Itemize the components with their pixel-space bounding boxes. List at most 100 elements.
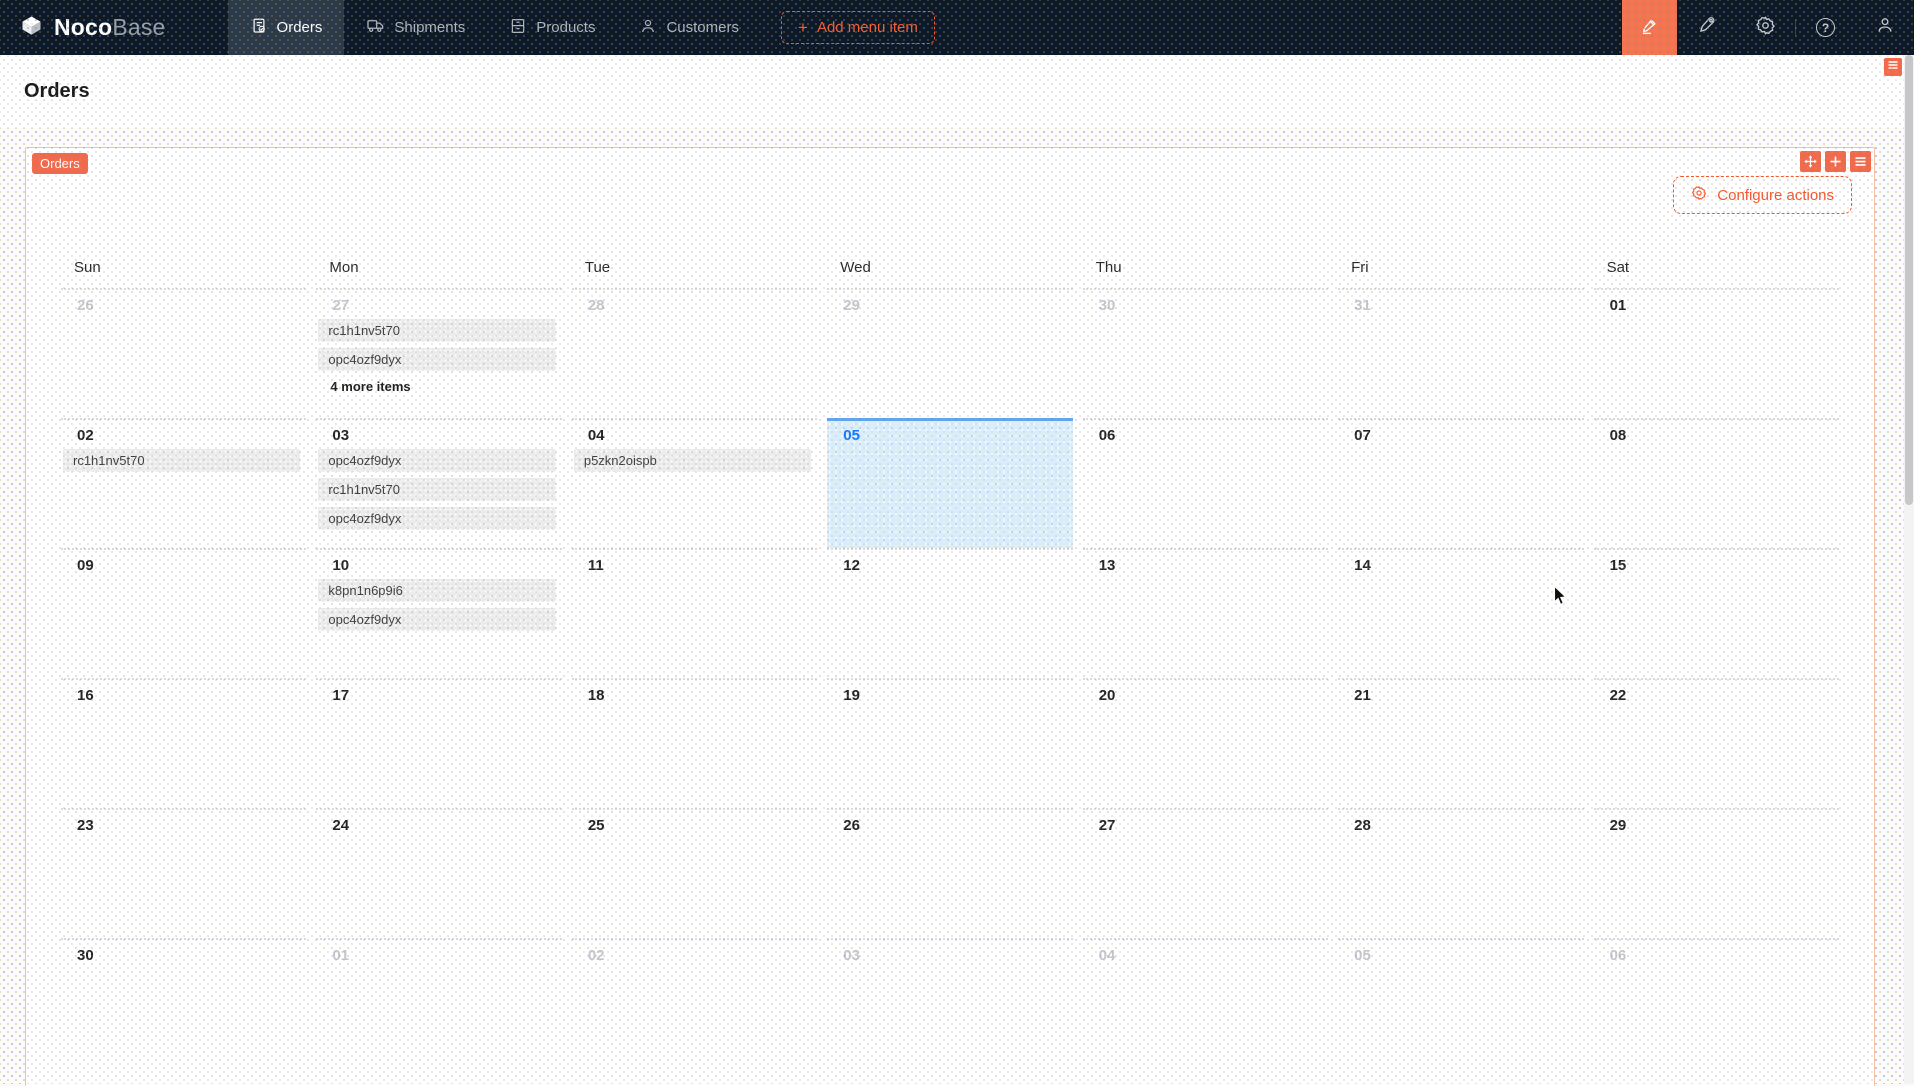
calendar-cell[interactable]: 16 bbox=[61, 678, 306, 808]
page-title: Orders bbox=[24, 80, 90, 103]
block-title-badge[interactable]: Orders bbox=[32, 153, 88, 174]
date-number: 07 bbox=[1338, 424, 1583, 449]
block-toolbar bbox=[1800, 151, 1871, 172]
navbar: NocoBase Orders Shipments Products Customer… bbox=[0, 0, 1914, 55]
calendar-cell[interactable]: 29 bbox=[827, 288, 1072, 418]
scrollbar-thumb[interactable] bbox=[1905, 55, 1913, 505]
calendar-cell[interactable]: 04 bbox=[1083, 938, 1328, 1068]
calendar-cell[interactable]: 01 bbox=[1594, 288, 1839, 418]
date-number: 05 bbox=[1338, 944, 1583, 969]
calendar-cell[interactable]: 02 bbox=[572, 938, 817, 1068]
date-number: 28 bbox=[572, 294, 817, 319]
brand-logo[interactable]: NocoBase bbox=[0, 0, 166, 55]
day-header-sun: Sun bbox=[56, 252, 311, 288]
calendar-cell[interactable]: 03opc4ozf9dyxrc1h1nv5t70opc4ozf9dyx bbox=[316, 418, 561, 548]
date-number: 10 bbox=[316, 554, 561, 579]
calendar-cell[interactable]: 01 bbox=[316, 938, 561, 1068]
calendar-event[interactable]: p5zkn2oispb bbox=[574, 449, 811, 472]
calendar-event[interactable]: rc1h1nv5t70 bbox=[318, 319, 555, 342]
nav-item-customers[interactable]: Customers bbox=[617, 0, 761, 55]
calendar-cell[interactable]: 14 bbox=[1338, 548, 1583, 678]
calendar-cell[interactable]: 07 bbox=[1338, 418, 1583, 548]
calendar-cell[interactable]: 04p5zkn2oispb bbox=[572, 418, 817, 548]
plugin-pen-button[interactable] bbox=[1677, 0, 1736, 55]
calendar-cell[interactable]: 22 bbox=[1594, 678, 1839, 808]
more-items-link[interactable]: 4 more items bbox=[316, 377, 561, 394]
menu-icon[interactable] bbox=[1850, 151, 1871, 172]
calendar-cell[interactable]: 26 bbox=[61, 288, 306, 418]
date-number: 13 bbox=[1083, 554, 1328, 579]
products-icon bbox=[509, 17, 527, 39]
calendar-event[interactable]: k8pn1n6p9i6 bbox=[318, 579, 555, 602]
calendar-cell[interactable]: 27rc1h1nv5t70opc4ozf9dyx4 more items bbox=[316, 288, 561, 418]
orders-icon bbox=[250, 17, 268, 39]
calendar-event[interactable]: opc4ozf9dyx bbox=[318, 507, 555, 530]
date-number: 01 bbox=[316, 944, 561, 969]
calendar-cell[interactable]: 28 bbox=[572, 288, 817, 418]
day-header-thu: Thu bbox=[1078, 252, 1333, 288]
calendar-cell[interactable]: 10k8pn1n6p9i6 opc4ozf9dyx bbox=[316, 548, 561, 678]
date-number: 30 bbox=[1083, 294, 1328, 319]
date-number: 22 bbox=[1594, 684, 1839, 709]
ui-editor-button[interactable] bbox=[1622, 0, 1677, 55]
calendar-cell[interactable]: 19 bbox=[827, 678, 1072, 808]
settings-button[interactable] bbox=[1736, 0, 1795, 55]
calendar-event[interactable]: rc1h1nv5t70 bbox=[63, 449, 300, 472]
calendar-event[interactable]: rc1h1nv5t70 bbox=[318, 478, 555, 501]
calendar-week-row: 02rc1h1nv5t7003opc4ozf9dyxrc1h1nv5t70opc… bbox=[56, 418, 1844, 548]
calendar-cell[interactable]: 06 bbox=[1594, 938, 1839, 1068]
nav-item-shipments[interactable]: Shipments bbox=[344, 0, 487, 55]
nav-item-orders[interactable]: Orders bbox=[228, 0, 345, 55]
date-number: 03 bbox=[316, 424, 561, 449]
calendar-event[interactable]: opc4ozf9dyx bbox=[318, 608, 555, 631]
add-menu-item-button[interactable]: + Add menu item bbox=[781, 11, 935, 44]
day-header-fri: Fri bbox=[1333, 252, 1588, 288]
nav-item-label: Shipments bbox=[394, 19, 465, 36]
calendar-cell[interactable]: 11 bbox=[572, 548, 817, 678]
highlighter-icon bbox=[1639, 15, 1660, 41]
calendar-cell[interactable]: 15 bbox=[1594, 548, 1839, 678]
calendar-event[interactable]: opc4ozf9dyx bbox=[318, 449, 555, 472]
date-number: 19 bbox=[827, 684, 1072, 709]
plus-icon[interactable] bbox=[1825, 151, 1846, 172]
calendar-cell[interactable]: 17 bbox=[316, 678, 561, 808]
calendar-cell[interactable]: 24 bbox=[316, 808, 561, 938]
user-button[interactable] bbox=[1855, 0, 1914, 55]
drag-icon[interactable] bbox=[1800, 151, 1821, 172]
calendar-cell[interactable]: 02rc1h1nv5t70 bbox=[61, 418, 306, 548]
calendar-event[interactable]: opc4ozf9dyx bbox=[318, 348, 555, 371]
calendar-cell[interactable]: 28 bbox=[1338, 808, 1583, 938]
calendar-cell[interactable]: 27 bbox=[1083, 808, 1328, 938]
calendar-cell[interactable]: 25 bbox=[572, 808, 817, 938]
brand-name: NocoBase bbox=[54, 14, 166, 41]
calendar-cell[interactable]: 06 bbox=[1083, 418, 1328, 548]
calendar-cell[interactable]: 21 bbox=[1338, 678, 1583, 808]
calendar-cell[interactable]: 03 bbox=[827, 938, 1072, 1068]
help-button[interactable]: ? bbox=[1796, 0, 1855, 55]
date-number: 02 bbox=[61, 424, 306, 449]
day-header-tue: Tue bbox=[567, 252, 822, 288]
date-number: 28 bbox=[1338, 814, 1583, 839]
calendar-cell[interactable]: 31 bbox=[1338, 288, 1583, 418]
calendar-cell[interactable]: 08 bbox=[1594, 418, 1839, 548]
configure-actions-button[interactable]: Configure actions bbox=[1673, 176, 1852, 214]
calendar-cell[interactable]: 05 bbox=[1338, 938, 1583, 1068]
page-header: Orders bbox=[0, 55, 1914, 128]
nav-item-products[interactable]: Products bbox=[487, 0, 617, 55]
date-number: 23 bbox=[61, 814, 306, 839]
calendar-cell[interactable]: 18 bbox=[572, 678, 817, 808]
calendar-cell[interactable]: 26 bbox=[827, 808, 1072, 938]
calendar-cell-today[interactable]: 05 bbox=[827, 418, 1072, 548]
date-number: 06 bbox=[1594, 944, 1839, 969]
calendar-cell[interactable]: 29 bbox=[1594, 808, 1839, 938]
page-settings-button[interactable] bbox=[1884, 58, 1902, 76]
calendar-cell[interactable]: 23 bbox=[61, 808, 306, 938]
calendar-cell[interactable]: 30 bbox=[61, 938, 306, 1068]
nav-item-label: Products bbox=[536, 19, 595, 36]
date-number: 27 bbox=[1083, 814, 1328, 839]
calendar-cell[interactable]: 20 bbox=[1083, 678, 1328, 808]
calendar-cell[interactable]: 13 bbox=[1083, 548, 1328, 678]
calendar-cell[interactable]: 30 bbox=[1083, 288, 1328, 418]
calendar-cell[interactable]: 12 bbox=[827, 548, 1072, 678]
calendar-cell[interactable]: 09 bbox=[61, 548, 306, 678]
